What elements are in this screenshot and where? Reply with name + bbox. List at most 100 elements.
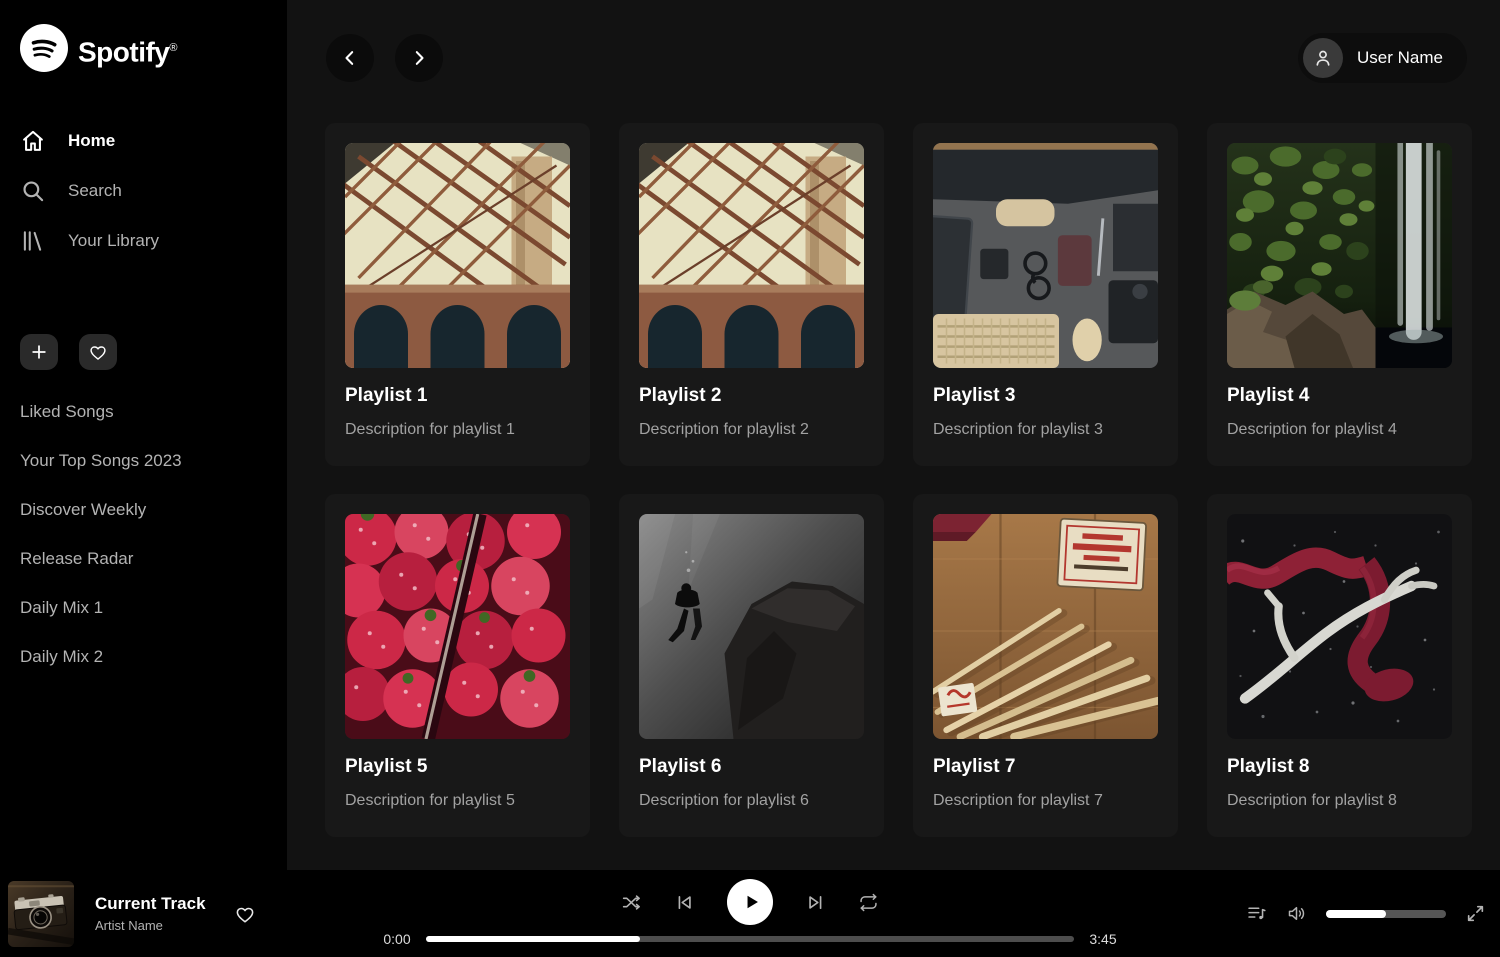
- app-root: Spotify® Home Search Your Library: [0, 0, 1500, 957]
- playback-control-button[interactable]: [805, 892, 826, 913]
- queue-icon: [1246, 903, 1267, 924]
- playlist-description: Description for playlist 3: [933, 420, 1158, 440]
- nav-icon: [20, 228, 46, 254]
- queue-button[interactable]: [1246, 903, 1267, 924]
- sidebar-nav-item[interactable]: Search: [20, 166, 267, 216]
- player-right: [1246, 870, 1486, 957]
- playlist-title: Playlist 8: [1227, 756, 1452, 779]
- nav-item-label: Home: [68, 131, 115, 151]
- create-playlist-button[interactable]: [20, 334, 58, 370]
- playback-controls: [621, 878, 879, 926]
- sidebar-playlist-item[interactable]: Discover Weekly: [20, 485, 267, 534]
- sidebar-playlist-item[interactable]: Your Top Songs 2023: [20, 436, 267, 485]
- nav-icon: [20, 178, 46, 204]
- player-center: 0:00 3:45: [380, 878, 1120, 947]
- playlist-card[interactable]: Playlist 4 Description for playlist 4: [1207, 123, 1472, 466]
- playlist-card[interactable]: Playlist 1 Description for playlist 1: [325, 123, 590, 466]
- chevron-right-icon: [409, 48, 429, 68]
- sidebar-playlist-list: Liked Songs Your Top Songs 2023 Discover…: [20, 387, 267, 681]
- sidebar-nav: Home Search Your Library: [20, 116, 267, 266]
- trademark-symbol: ®: [169, 42, 177, 54]
- playlist-cover-image: [639, 143, 864, 368]
- forward-button[interactable]: [395, 34, 443, 82]
- plus-icon: [29, 342, 49, 362]
- playlist-description: Description for playlist 5: [345, 791, 570, 811]
- chevron-left-icon: [340, 48, 360, 68]
- playback-control-icon: [674, 892, 695, 913]
- playlist-title: Playlist 3: [933, 385, 1158, 408]
- sidebar-playlist-item[interactable]: Daily Mix 2: [20, 632, 267, 681]
- playlist-description: Description for playlist 4: [1227, 420, 1452, 440]
- playlist-cover-image: [345, 514, 570, 739]
- playback-control-icon: [621, 892, 642, 913]
- expand-icon: [1465, 903, 1486, 924]
- spotify-logo-icon: [20, 24, 68, 72]
- user-icon: [1312, 47, 1334, 69]
- now-playing-section: Current Track Artist Name: [8, 870, 256, 957]
- playlist-card[interactable]: Playlist 5 Description for playlist 5: [325, 494, 590, 837]
- playlist-card[interactable]: Playlist 8 Description for playlist 8: [1207, 494, 1472, 837]
- user-menu-button[interactable]: User Name: [1298, 33, 1467, 83]
- playlist-description: Description for playlist 1: [345, 420, 570, 440]
- playlist-grid: Playlist 1 Description for playlist 1 Pl…: [325, 123, 1472, 837]
- playlist-title: Playlist 7: [933, 756, 1158, 779]
- progress-row: 0:00 3:45: [380, 931, 1120, 947]
- playback-control-button[interactable]: [674, 892, 695, 913]
- heart-icon: [234, 903, 256, 925]
- playlist-description: Description for playlist 6: [639, 791, 864, 811]
- album-art: [8, 881, 74, 947]
- player-bar: Current Track Artist Name: [0, 870, 1500, 957]
- spotify-logo-text: Spotify®: [78, 24, 177, 76]
- playlist-cover-image: [639, 514, 864, 739]
- sidebar-nav-item[interactable]: Your Library: [20, 216, 267, 266]
- volume-slider[interactable]: [1326, 910, 1446, 918]
- spotify-logo[interactable]: Spotify®: [20, 24, 267, 76]
- playlist-cover-image: [933, 514, 1158, 739]
- playlist-cover-image: [345, 143, 570, 368]
- playlist-description: Description for playlist 8: [1227, 791, 1452, 811]
- like-track-button[interactable]: [234, 903, 256, 925]
- sidebar-playlist-item[interactable]: Daily Mix 1: [20, 583, 267, 632]
- back-button[interactable]: [326, 34, 374, 82]
- playlist-card[interactable]: Playlist 2 Description for playlist 2: [619, 123, 884, 466]
- playback-control-icon: [738, 889, 764, 915]
- playlist-card[interactable]: Playlist 6 Description for playlist 6: [619, 494, 884, 837]
- topbar: User Name: [287, 0, 1500, 83]
- playlist-description: Description for playlist 2: [639, 420, 864, 440]
- sidebar-nav-item[interactable]: Home: [20, 116, 267, 166]
- sidebar-playlist-item[interactable]: Liked Songs: [20, 387, 267, 436]
- playlist-title: Playlist 6: [639, 756, 864, 779]
- nav-item-label: Your Library: [68, 231, 159, 251]
- playlist-cover-image: [1227, 514, 1452, 739]
- playlist-description: Description for playlist 7: [933, 791, 1158, 811]
- playlist-card[interactable]: Playlist 7 Description for playlist 7: [913, 494, 1178, 837]
- playlist-title: Playlist 2: [639, 385, 864, 408]
- playlist-title: Playlist 5: [345, 756, 570, 779]
- volume-icon: [1286, 903, 1307, 924]
- sidebar-playlist-item[interactable]: Release Radar: [20, 534, 267, 583]
- seek-bar-fill: [426, 936, 640, 942]
- playback-control-button[interactable]: [621, 892, 642, 913]
- sidebar-actions: [20, 334, 267, 370]
- volume-button[interactable]: [1286, 903, 1307, 924]
- nav-item-label: Search: [68, 181, 122, 201]
- nav-icon: [20, 128, 46, 154]
- elapsed-time: 0:00: [380, 931, 414, 947]
- fullscreen-button[interactable]: [1465, 903, 1486, 924]
- main-content: User Name Playlist 1 Description for pla…: [287, 0, 1500, 870]
- liked-songs-button[interactable]: [79, 334, 117, 370]
- playback-control-button[interactable]: [727, 879, 773, 925]
- user-avatar: [1303, 38, 1343, 78]
- playlist-title: Playlist 4: [1227, 385, 1452, 408]
- playback-control-icon: [858, 892, 879, 913]
- playlist-title: Playlist 1: [345, 385, 570, 408]
- track-artist: Artist Name: [95, 918, 206, 933]
- playlist-cover-image: [1227, 143, 1452, 368]
- heart-icon: [88, 342, 108, 362]
- seek-bar[interactable]: [426, 936, 1074, 942]
- playlist-card[interactable]: Playlist 3 Description for playlist 3: [913, 123, 1178, 466]
- volume-slider-fill: [1326, 910, 1386, 918]
- playback-control-button[interactable]: [858, 892, 879, 913]
- playlist-cover-image: [933, 143, 1158, 368]
- total-time: 3:45: [1086, 931, 1120, 947]
